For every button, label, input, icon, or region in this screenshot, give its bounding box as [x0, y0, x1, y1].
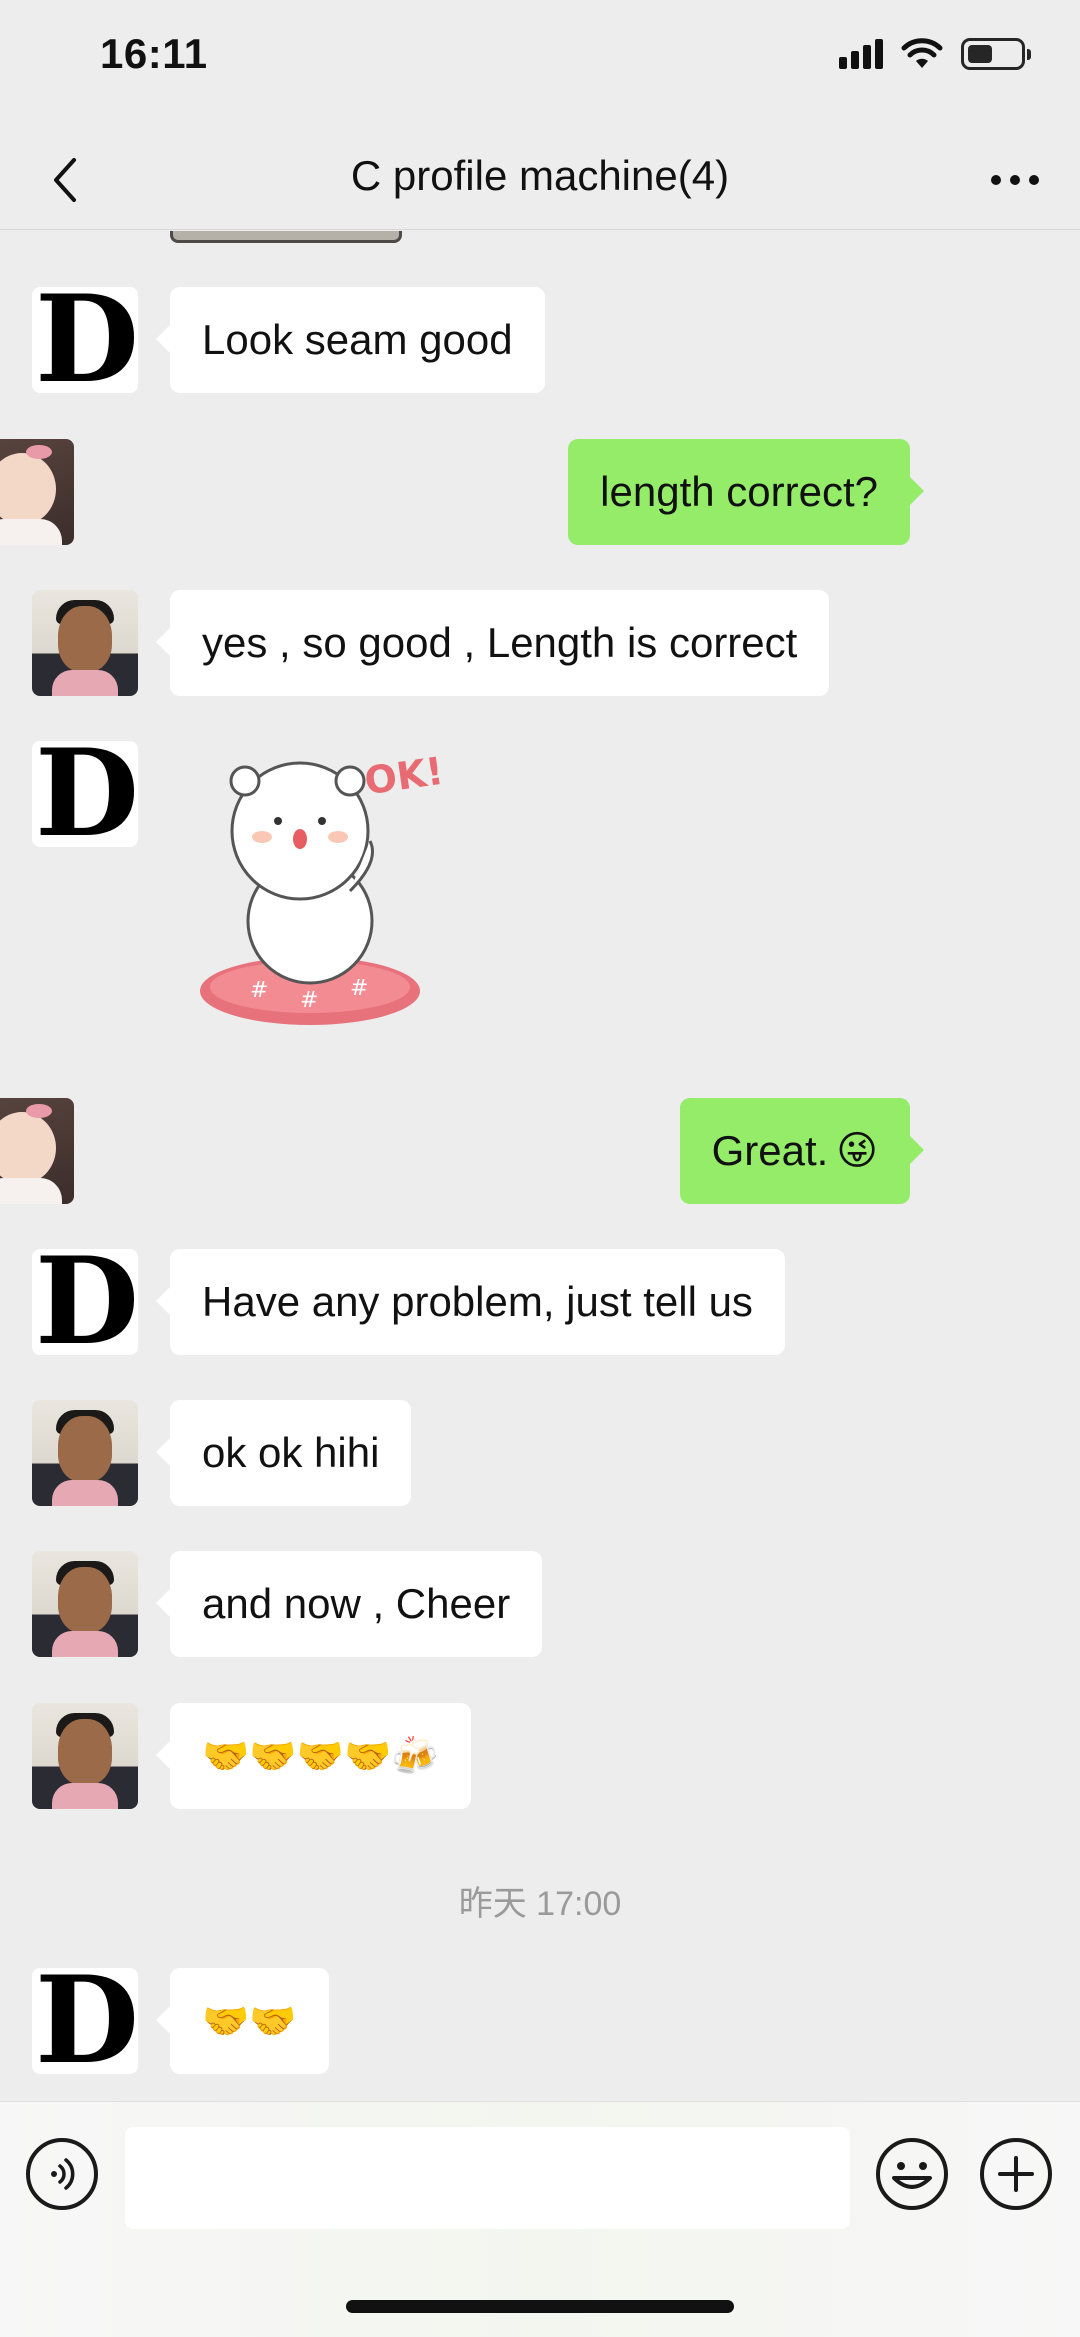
avatar-letter: D — [34, 1249, 138, 1355]
message-bubble[interactable]: 🤝🤝 — [156, 1968, 329, 2074]
avatar-letter: D — [34, 741, 138, 847]
avatar[interactable] — [32, 1400, 138, 1506]
emoji-icon — [892, 2162, 932, 2189]
signal-icon — [839, 39, 883, 69]
image-message-partial[interactable] — [170, 231, 402, 243]
chat-timestamp: 昨天 17:00 — [458, 1885, 622, 1923]
voice-button[interactable] — [26, 2138, 98, 2210]
message-row: Great. 😜 — [0, 1098, 1080, 1204]
more-button[interactable] — [980, 145, 1050, 215]
message-bubble[interactable]: and now , Cheer — [155, 1551, 543, 1657]
voice-icon — [51, 2158, 75, 2190]
svg-text:#: # — [300, 988, 318, 1013]
message-bubble[interactable]: yes , so good , Length is correct — [155, 590, 830, 696]
plus-icon — [998, 2156, 1034, 2192]
message-text: Great. — [711, 1127, 829, 1174]
message-bubble[interactable]: length correct? — [568, 439, 924, 545]
chat-area[interactable]: D Look seam good length correct? yes , s… — [0, 231, 1080, 2101]
chat-title: C profile machine(4) — [350, 152, 730, 199]
message-row: 🤝🤝🤝🤝🍻 — [0, 1703, 1080, 1809]
status-bar: 16:11 — [0, 0, 1080, 130]
message-input[interactable] — [125, 2127, 850, 2229]
avatar[interactable] — [0, 1098, 74, 1204]
svg-text:#: # — [250, 978, 268, 1003]
avatar[interactable] — [32, 1703, 138, 1809]
message-row: length correct? — [0, 439, 1080, 545]
avatar[interactable] — [32, 1551, 138, 1657]
message-bubble[interactable]: Have any problem, just tell us — [156, 1249, 785, 1355]
avatar[interactable]: D — [32, 1249, 138, 1355]
message-row: ok ok hihi — [0, 1400, 1080, 1506]
message-row: and now , Cheer — [0, 1551, 1080, 1657]
avatar[interactable] — [32, 590, 138, 696]
plus-button[interactable] — [980, 2138, 1052, 2210]
home-indicator[interactable] — [346, 2300, 734, 2313]
status-time: 16:11 — [100, 30, 208, 77]
avatar[interactable] — [0, 439, 74, 545]
ok-bear-sticker[interactable]: # # # OK! — [200, 751, 490, 1041]
avatar[interactable]: D — [32, 1968, 138, 2074]
message-bubble[interactable]: 🤝🤝🤝🤝🍻 — [156, 1703, 471, 1809]
status-icons — [839, 38, 1031, 70]
message-row: yes , so good , Length is correct — [0, 590, 1080, 696]
emoji-button[interactable] — [876, 2138, 948, 2210]
svg-text:#: # — [350, 976, 368, 1001]
more-icon — [991, 175, 1039, 185]
battery-icon — [961, 38, 1031, 70]
message-bubble[interactable]: Look seam good — [156, 287, 545, 393]
avatar-letter: D — [34, 287, 138, 393]
message-bubble[interactable]: Great. 😜 — [679, 1098, 925, 1204]
message-bubble[interactable]: ok ok hihi — [155, 1400, 412, 1506]
nav-bar: C profile machine(4) — [0, 130, 1080, 230]
wifi-icon — [901, 38, 943, 68]
avatar-letter: D — [34, 1968, 138, 2074]
avatar[interactable]: D — [32, 741, 138, 847]
sticker-text: OK! — [362, 751, 446, 803]
avatar[interactable]: D — [32, 287, 138, 393]
wink-emoji: 😜 — [836, 1128, 878, 1174]
